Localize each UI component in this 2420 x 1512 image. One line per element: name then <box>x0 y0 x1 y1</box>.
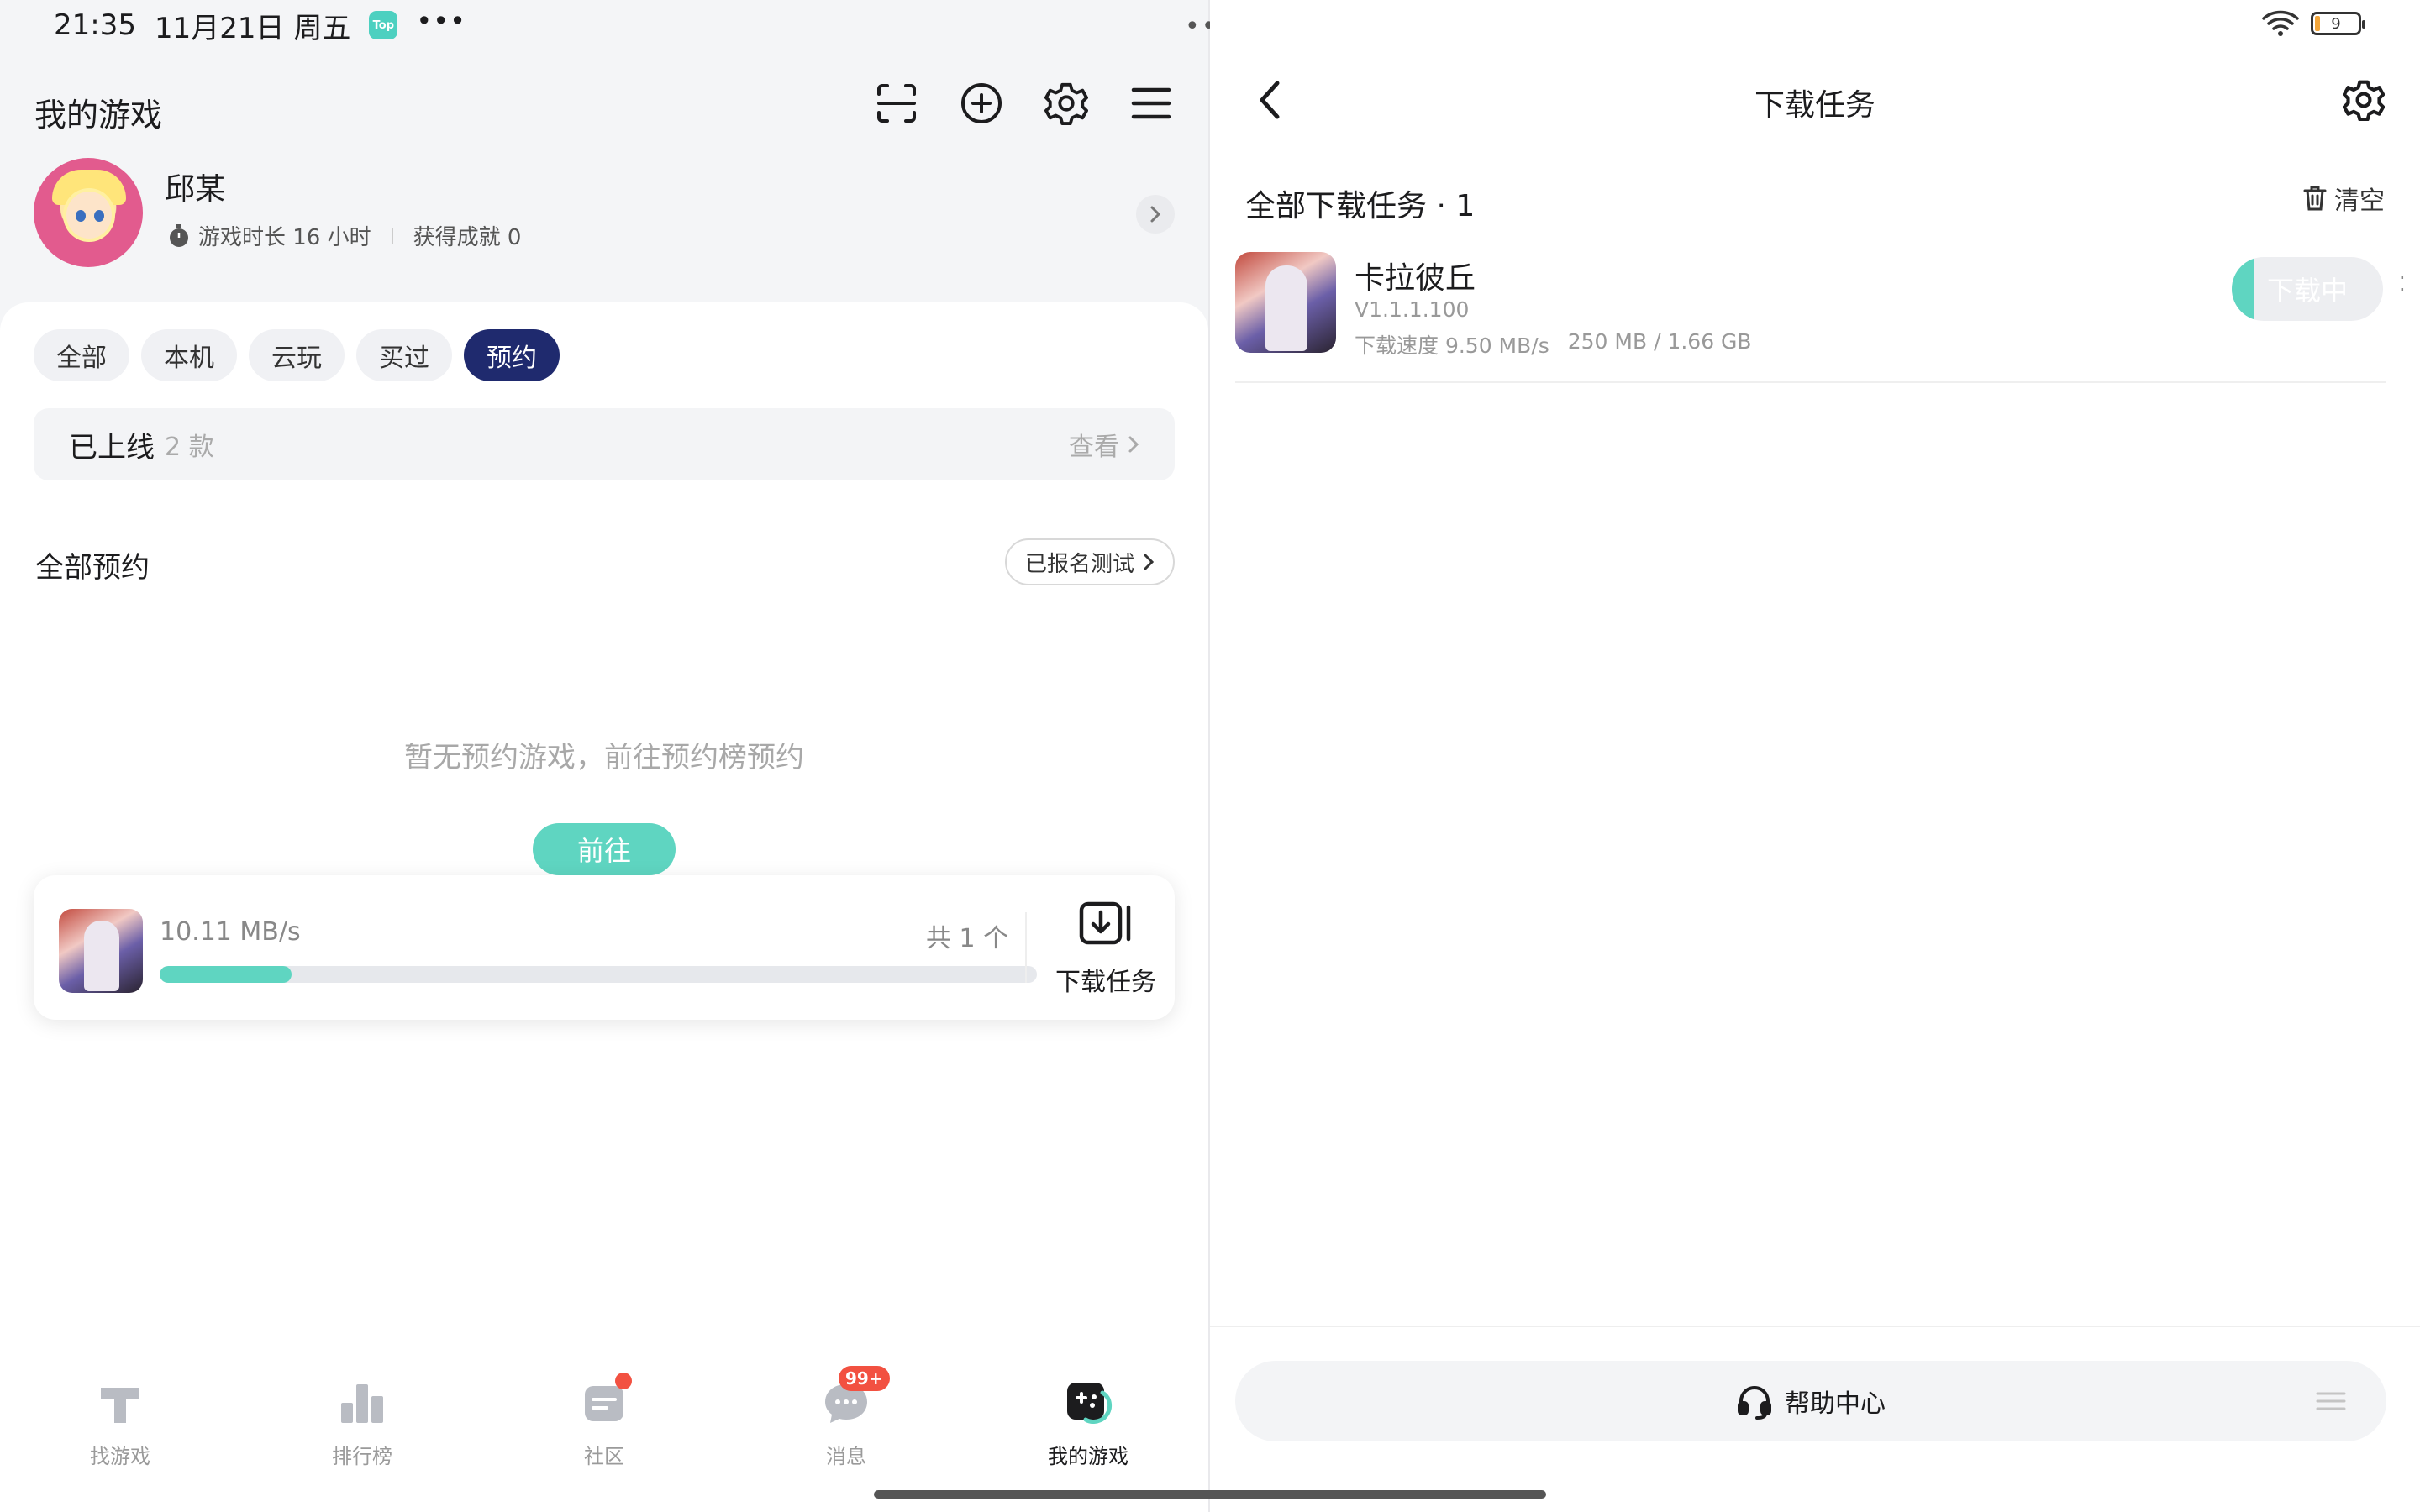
signed-test-button[interactable]: 已报名测试 <box>1004 538 1175 585</box>
downloading-button[interactable]: 下载中 <box>2232 257 2383 321</box>
status-bar-right: 9 <box>2262 10 2365 37</box>
page-title: 我的游戏 <box>34 97 163 134</box>
menu-icon[interactable] <box>1129 81 1173 125</box>
tab-label: 我的游戏 <box>1048 1445 1128 1468</box>
download-card[interactable]: 10.11 MB/s 共 1 个 下载任务 <box>34 875 1175 1020</box>
ranking-icon <box>336 1378 388 1430</box>
find-game-icon <box>94 1378 146 1430</box>
download-settings-button[interactable] <box>2341 77 2386 123</box>
status-date: 11月21日 周五 <box>154 11 351 45</box>
my-games-icon <box>1062 1378 1114 1430</box>
clear-label: 清空 <box>2334 186 2385 216</box>
online-games-row[interactable]: 已上线 2 款 查看 <box>34 408 1175 480</box>
profile-stats: 游戏时长 16 小时 获得成就 0 <box>168 220 521 251</box>
help-center-button[interactable]: 帮助中心 <box>1235 1361 2386 1441</box>
notification-dot <box>615 1373 632 1389</box>
play-time: 游戏时长 16 小时 <box>198 225 371 250</box>
download-task-row[interactable]: 卡拉彼丘 V1.1.1.100 下载速度 9.50 MB/s 250 MB / … <box>1235 252 2406 383</box>
section-title: 全部下载任务 · 1 <box>1245 189 1476 223</box>
filter-tabs: 全部 本机 云玩 买过 预约 <box>34 329 560 381</box>
tab-my-games[interactable]: 我的游戏 <box>1004 1378 1172 1469</box>
page-title: 下载任务 <box>1754 88 1876 123</box>
game-name: 卡拉彼丘 <box>1355 261 1476 296</box>
help-center-label: 帮助中心 <box>1785 1389 1886 1419</box>
download-icon <box>1079 901 1131 945</box>
download-speed: 10.11 MB/s <box>160 917 301 947</box>
signed-test-label: 已报名测试 <box>1024 551 1134 577</box>
online-count: 2 款 <box>165 433 214 462</box>
download-tasks-button[interactable]: 下载任务 <box>1047 900 1165 998</box>
download-progress <box>160 966 1037 983</box>
filter-cloud[interactable]: 云玩 <box>249 329 345 381</box>
add-icon[interactable] <box>960 81 1003 125</box>
tab-label: 社区 <box>584 1445 624 1468</box>
online-label: 已上线 <box>69 430 155 465</box>
game-thumbnail <box>59 909 143 993</box>
downloading-label: 下载中 <box>2266 275 2348 307</box>
trash-icon <box>2303 186 2327 211</box>
download-speed: 下载速度 9.50 MB/s <box>1355 333 1549 358</box>
chevron-right-icon <box>1144 554 1155 570</box>
section-title: 全部预约 <box>35 551 150 585</box>
settings-icon[interactable] <box>1044 81 1088 125</box>
tab-find-games[interactable]: 找游戏 <box>36 1378 204 1469</box>
game-version: V1.1.1.100 <box>1355 297 1470 322</box>
game-thumbnail <box>1235 252 1336 353</box>
download-count: 共 1 个 <box>926 924 1009 953</box>
settings-icon <box>2343 80 2385 121</box>
download-tasks-pane: 9 下载任务 全部下载任务 · 1 清空 卡拉彼丘 V1.1.1.100 下载速… <box>1210 0 2420 1512</box>
message-badge: 99+ <box>839 1366 890 1391</box>
home-indicator[interactable] <box>874 1490 1546 1499</box>
header-actions <box>875 81 1173 125</box>
clear-button[interactable]: 清空 <box>2302 180 2385 217</box>
battery-icon: 9 <box>2311 12 2365 35</box>
tab-community[interactable]: 社区 <box>520 1373 688 1469</box>
tab-label: 找游戏 <box>90 1445 150 1468</box>
filter-reserved[interactable]: 预约 <box>464 329 560 381</box>
download-meta: 下载速度 9.50 MB/s 250 MB / 1.66 GB <box>1355 329 1752 360</box>
achievements: 获得成就 0 <box>413 225 522 250</box>
status-bar: 21:35 11月21日 周五 Top ••• <box>54 5 466 45</box>
username: 邱某 <box>165 172 226 207</box>
headset-icon <box>1738 1386 1771 1420</box>
more-options-icon[interactable]: · · <box>2399 268 2406 300</box>
scan-icon[interactable] <box>875 81 918 125</box>
menu-icon[interactable] <box>2316 1391 2346 1411</box>
wifi-icon <box>2262 10 2299 36</box>
empty-state-text: 暂无预约游戏，前往预约榜预约 <box>404 741 804 774</box>
battery-level: 9 <box>2331 14 2341 33</box>
taptap-app-icon: Top <box>369 11 398 39</box>
goto-button[interactable]: 前往 <box>533 823 676 875</box>
my-games-pane: 21:35 11月21日 周五 Top ••• 我的游戏 邱某 游戏时长 16 … <box>0 0 1208 1512</box>
tab-label: 排行榜 <box>332 1445 392 1468</box>
view-link[interactable]: 查看 <box>1069 426 1139 463</box>
tab-messages[interactable]: 99+ 消息 <box>762 1366 930 1469</box>
community-icon <box>578 1373 632 1430</box>
tab-ranking[interactable]: 排行榜 <box>278 1378 446 1469</box>
download-tasks-label: 下载任务 <box>1055 968 1156 997</box>
avatar[interactable] <box>34 158 143 267</box>
filter-purchased[interactable]: 买过 <box>356 329 452 381</box>
tab-label: 消息 <box>826 1445 866 1468</box>
chevron-right-icon <box>1128 436 1139 453</box>
download-size: 250 MB / 1.66 GB <box>1567 329 1752 354</box>
filter-all[interactable]: 全部 <box>34 329 129 381</box>
status-time: 21:35 <box>54 8 136 42</box>
profile-card[interactable]: 邱某 游戏时长 16 小时 获得成就 0 <box>34 158 1175 269</box>
chevron-right-icon[interactable] <box>1136 195 1175 234</box>
filter-local[interactable]: 本机 <box>141 329 237 381</box>
timer-icon <box>170 223 188 247</box>
status-more-icon: ••• <box>416 5 466 37</box>
view-label: 查看 <box>1069 433 1119 462</box>
message-icon: 99+ <box>820 1366 890 1430</box>
